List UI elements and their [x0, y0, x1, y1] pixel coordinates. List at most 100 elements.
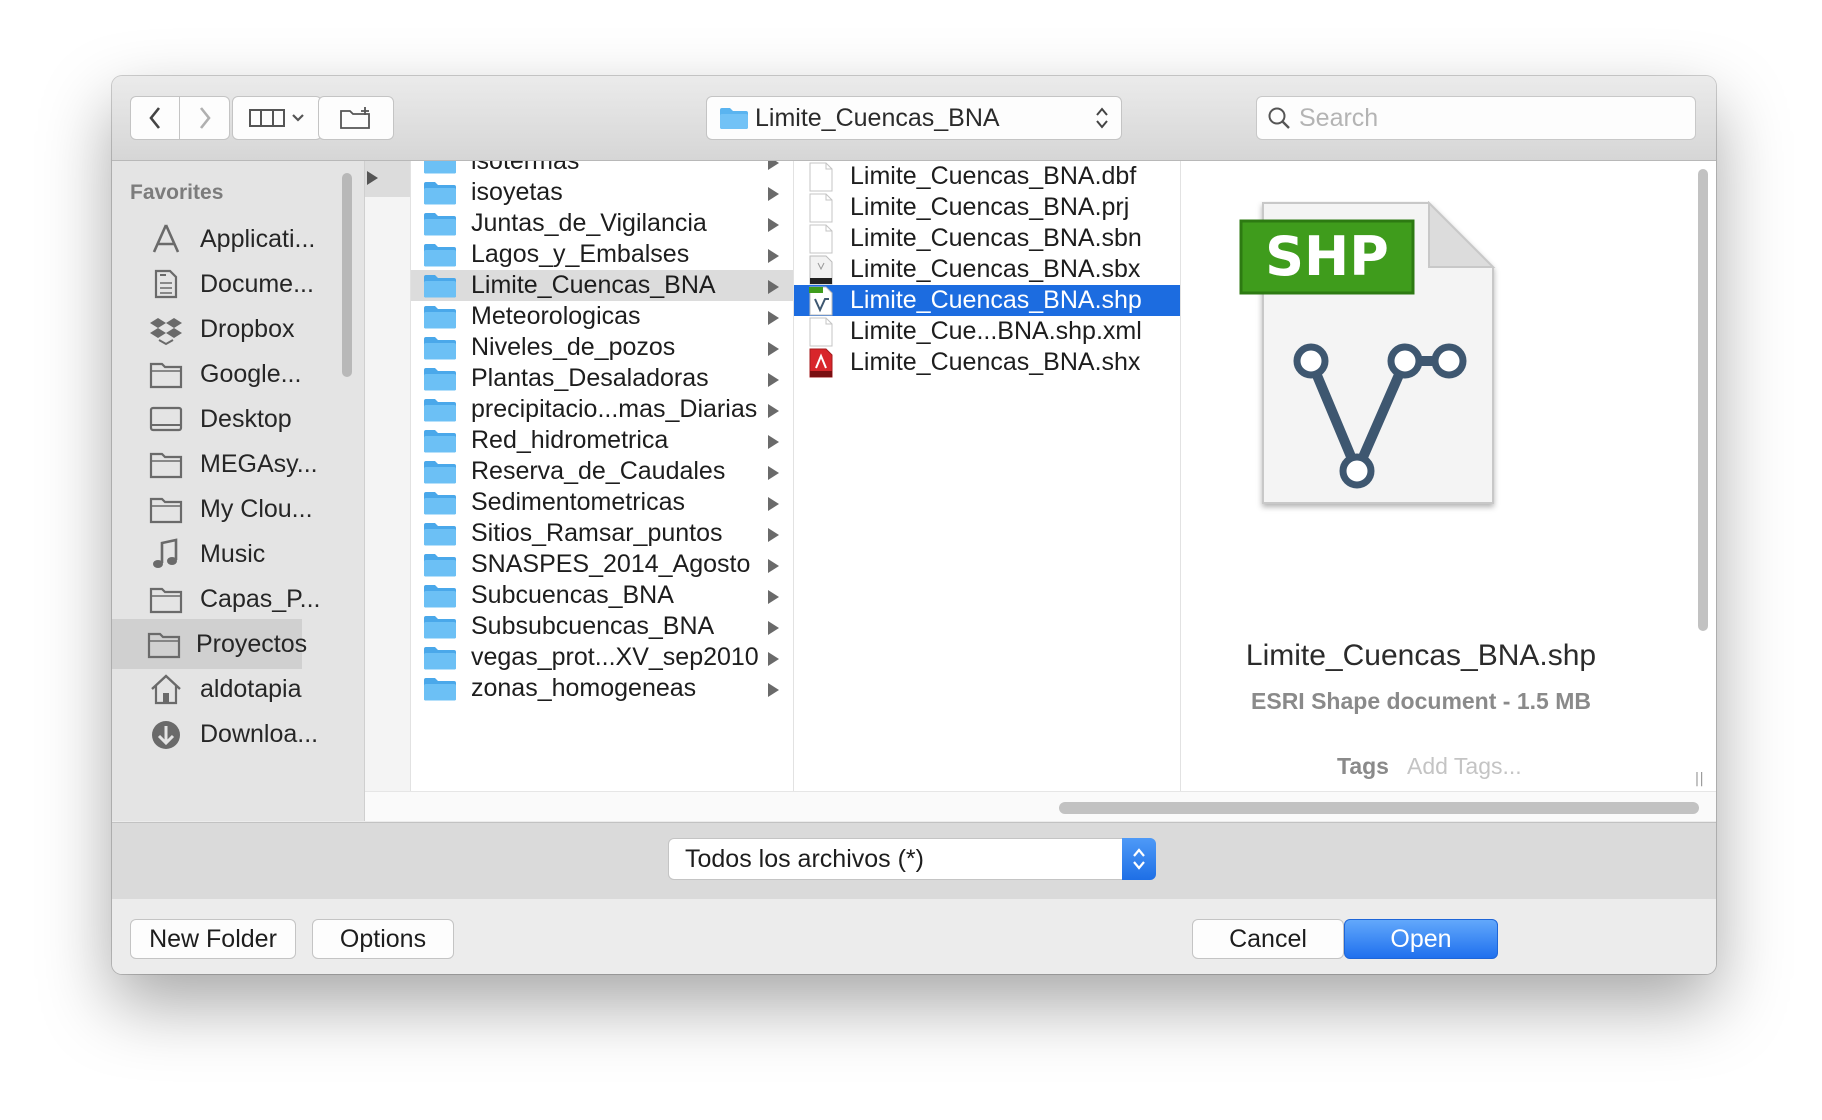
sidebar-item[interactable]: Google...: [112, 349, 332, 399]
sidebar-item[interactable]: Capas_P...: [112, 574, 332, 624]
blank-file-icon: [809, 224, 833, 253]
folder-row[interactable]: isotermas: [411, 161, 793, 177]
sidebar-item[interactable]: Music: [112, 529, 332, 579]
folder-name: isoyetas: [471, 178, 563, 206]
sidebar: Favorites Applicati... Docume... Dropbox Go…: [112, 161, 365, 821]
shp-badge-text: SHP: [1265, 225, 1389, 288]
view-mode-button[interactable]: [232, 96, 322, 140]
sidebar-icon-wrap: [146, 582, 186, 616]
add-tags-field[interactable]: Add Tags...: [1407, 753, 1522, 780]
new-folder-toolbar-button[interactable]: [318, 96, 394, 140]
sidebar-item-label: aldotapia: [200, 674, 302, 703]
sidebar-item[interactable]: Desktop: [112, 394, 332, 444]
forward-button[interactable]: [180, 96, 230, 140]
sidebar-icon-wrap: [146, 672, 186, 706]
shp-file-icon: [809, 286, 833, 315]
sidebar-item[interactable]: Docume...: [112, 259, 332, 309]
popup-stepper[interactable]: [1122, 838, 1156, 880]
file-row[interactable]: Limite_Cuencas_BNA.sbx: [794, 254, 1180, 285]
disclosure-arrow-icon: [768, 218, 779, 232]
sidebar-item[interactable]: Applicati...: [112, 214, 332, 264]
folder-row[interactable]: Red_hidrometrica: [411, 425, 793, 456]
new-folder-button[interactable]: New Folder: [130, 919, 296, 959]
sidebar-item[interactable]: Downloa...: [112, 709, 332, 759]
folder-name: isotermas: [471, 161, 580, 175]
file-row[interactable]: Limite_Cuencas_BNA.dbf: [794, 161, 1180, 192]
preview-file-name: Limite_Cuencas_BNA.shp: [1245, 639, 1597, 672]
folder-name: zonas_homogeneas: [471, 674, 697, 702]
folder-name: Meteorologicas: [471, 302, 641, 330]
file-name: Limite_Cuencas_BNA.shx: [850, 348, 1141, 376]
folder-row[interactable]: Meteorologicas: [411, 301, 793, 332]
disclosure-arrow-icon: [367, 171, 378, 185]
file-name: Limite_Cue...BNA.shp.xml: [850, 317, 1142, 345]
folder-row[interactable]: Niveles_de_pozos: [411, 332, 793, 363]
folder-name: SNASPES_2014_Agosto: [471, 550, 751, 578]
folder-icon: [149, 362, 183, 389]
sidebar-item[interactable]: MEGAsy...: [112, 439, 332, 489]
file-row[interactable]: Limite_Cuencas_BNA.shp: [794, 285, 1180, 316]
home-icon: [151, 674, 181, 705]
chevron-left-icon: [149, 107, 161, 129]
folder-row[interactable]: vegas_prot...XV_sep2010: [411, 642, 793, 673]
path-popup[interactable]: Limite_Cuencas_BNA: [706, 96, 1122, 140]
sidebar-icon-wrap: [146, 402, 186, 436]
folder-row[interactable]: Sitios_Ramsar_puntos: [411, 518, 793, 549]
blank-file-icon: [809, 317, 833, 346]
sidebar-item-label: Desktop: [200, 404, 292, 433]
blank-file-icon: [809, 162, 833, 191]
parent-row-selected[interactable]: [365, 161, 410, 197]
folder-row[interactable]: Reserva_de_Caudales: [411, 456, 793, 487]
folder-row[interactable]: Lagos_y_Embalses: [411, 239, 793, 270]
folder-row[interactable]: zonas_homogeneas: [411, 673, 793, 704]
file-type-popup[interactable]: Todos los archivos (*): [668, 838, 1156, 880]
folder-row[interactable]: Subsubcuencas_BNA: [411, 611, 793, 642]
preview-file-kind: ESRI Shape document - 1.5 MB: [1251, 688, 1591, 714]
dropbox-icon: [150, 318, 182, 346]
horizontal-scrollbar[interactable]: [365, 791, 1716, 821]
folder-row[interactable]: Limite_Cuencas_BNA: [411, 270, 793, 301]
preview-scrollbar[interactable]: [1698, 169, 1708, 631]
sidebar-item-label: Applicati...: [200, 224, 316, 253]
disclosure-arrow-icon: [768, 187, 779, 201]
folder-icon: [424, 584, 456, 607]
open-button[interactable]: Open: [1344, 919, 1498, 959]
folder-row[interactable]: Sedimentometricas: [411, 487, 793, 518]
search-field[interactable]: Search: [1256, 96, 1696, 140]
sidebar-item[interactable]: Proyectos: [112, 619, 307, 669]
folder-name: precipitacio...mas_Diarias: [471, 395, 758, 423]
horizontal-scroll-thumb[interactable]: [1059, 802, 1699, 814]
disclosure-arrow-icon: [768, 683, 779, 697]
cancel-button[interactable]: Cancel: [1192, 919, 1344, 959]
back-button[interactable]: [130, 96, 180, 140]
sidebar-item[interactable]: My Clou...: [112, 484, 332, 534]
sidebar-item[interactable]: Dropbox: [112, 304, 332, 354]
sidebar-scrollbar[interactable]: [342, 173, 352, 377]
folder-icon: [720, 108, 748, 129]
folder-row[interactable]: isoyetas: [411, 177, 793, 208]
column-resize-handle[interactable]: ||: [1695, 771, 1704, 787]
folder-row[interactable]: Juntas_de_Vigilancia: [411, 208, 793, 239]
disclosure-arrow-icon: [768, 590, 779, 604]
disclosure-arrow-icon: [768, 621, 779, 635]
folder-row[interactable]: Plantas_Desaladoras: [411, 363, 793, 394]
folder-icon: [424, 305, 456, 328]
options-button[interactable]: Options: [312, 919, 454, 959]
sidebar-item[interactable]: aldotapia: [112, 664, 332, 714]
folder-row[interactable]: precipitacio...mas_Diarias: [411, 394, 793, 425]
sidebar-icon-wrap: [146, 492, 186, 526]
disclosure-arrow-icon: [768, 404, 779, 418]
folder-row[interactable]: Subcuencas_BNA: [411, 580, 793, 611]
shp-document-icon: SHP: [1239, 201, 1496, 504]
disclosure-arrow-icon: [768, 249, 779, 263]
new-folder-icon: [340, 107, 370, 129]
file-name: Limite_Cuencas_BNA.prj: [850, 193, 1130, 221]
folder-row[interactable]: SNASPES_2014_Agosto: [411, 549, 793, 580]
file-row[interactable]: Limite_Cuencas_BNA.shx: [794, 347, 1180, 378]
file-row[interactable]: Limite_Cuencas_BNA.prj: [794, 192, 1180, 223]
file-row[interactable]: Limite_Cue...BNA.shp.xml: [794, 316, 1180, 347]
disclosure-arrow-icon: [768, 311, 779, 325]
disclosure-arrow-icon: [768, 497, 779, 511]
preview-pane: SHP Limite_Cuencas_BNA.shp ESRI Shape do…: [1181, 161, 1716, 791]
file-row[interactable]: Limite_Cuencas_BNA.sbn: [794, 223, 1180, 254]
